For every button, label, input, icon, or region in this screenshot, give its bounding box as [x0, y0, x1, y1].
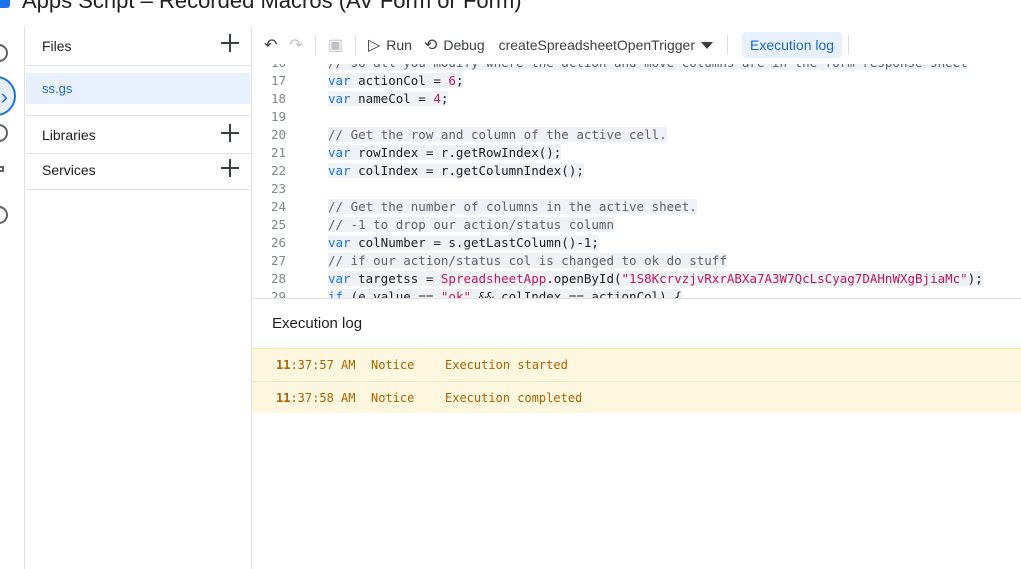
line-number: 17 — [270, 72, 286, 88]
code-line[interactable]: 25 // -1 to drop our action/status column — [252, 215, 1021, 233]
execution-log-button[interactable]: Execution log — [742, 32, 843, 58]
services-row: Services — [26, 151, 250, 190]
editor-toolbar: ↶ ↷ ▣ ▷ Run ⟲ Debug createSpreadsheetOpe… — [252, 26, 1021, 64]
project-title[interactable]: Apps Script – Recorded Macros (AV Form o… — [22, 0, 522, 14]
save-icon[interactable]: ▣ — [322, 32, 349, 58]
code-line[interactable]: 17 var actionCol = 6; — [252, 71, 1021, 89]
code-line[interactable]: 24 // Get the number of columns in the ac… — [252, 197, 1021, 215]
title-bar: Apps Script – Recorded Macros (AV Form o… — [0, 0, 1021, 26]
code-line[interactable]: 22 var colIndex = r.getColumnIndex(); — [252, 161, 1021, 179]
code-text: var targetss = SpreadsheetApp.openById("… — [328, 270, 983, 286]
function-select[interactable]: createSpreadsheetOpenTrigger — [491, 37, 721, 53]
log-message: Execution started — [445, 357, 568, 372]
settings-icon[interactable] — [0, 206, 8, 224]
code-text: // so all you modify where the action an… — [328, 64, 968, 70]
toolbar-divider — [314, 35, 316, 55]
code-text: // if our action/status col is changed t… — [328, 252, 727, 268]
chevron-down-icon — [701, 41, 713, 49]
log-time-hour: 11 — [276, 357, 291, 372]
add-service-icon[interactable] — [220, 158, 240, 178]
toolbar-divider — [727, 35, 728, 55]
code-text: var colIndex = r.getColumnIndex(); — [328, 162, 584, 178]
files-panel: Files ss.gs Libraries Services — [26, 26, 252, 569]
code-text: // Get the row and column of the active … — [328, 126, 667, 142]
line-number: 16 — [252, 64, 286, 70]
code-line[interactable]: 18 var nameCol = 4; — [252, 89, 1021, 107]
run-label: Run — [386, 37, 412, 53]
code-line[interactable]: 23 — [252, 179, 1021, 197]
line-number: 27 — [270, 252, 286, 268]
code-text: if (e.value == "ok" && colIndex == actio… — [328, 288, 682, 298]
code-line[interactable]: 21 var rowIndex = r.getRowIndex(); — [252, 143, 1021, 161]
log-time-hour: 11 — [276, 390, 291, 405]
libraries-row: Libraries — [26, 115, 250, 154]
line-number: 26 — [270, 234, 286, 250]
code-line[interactable]: 19 — [252, 107, 1021, 125]
file-item-ss-gs[interactable]: ss.gs — [26, 73, 250, 104]
line-number: 25 — [270, 216, 286, 232]
execution-log-panel: Execution log 11:37:57 AM Notice Executi… — [252, 298, 1021, 569]
line-number: 29 — [270, 288, 286, 299]
execution-log-title: Execution log — [272, 315, 363, 332]
debug-button[interactable]: ⟲ Debug — [418, 32, 491, 58]
debug-icon: ⟲ — [423, 37, 438, 54]
overview-icon[interactable] — [0, 44, 8, 62]
line-number: 23 — [270, 180, 286, 196]
run-button[interactable]: ▷ Run — [362, 32, 418, 58]
apps-script-logo-icon — [0, 0, 10, 8]
code-text: // Get the number of columns in the acti… — [328, 198, 697, 214]
function-name: createSpreadsheetOpenTrigger — [498, 37, 695, 53]
log-level: Notice — [371, 357, 415, 372]
redo-icon[interactable]: ↷ — [283, 32, 308, 58]
line-number: 20 — [270, 126, 286, 142]
divider — [26, 65, 250, 66]
log-entry: 11:37:58 AM Notice Execution completed — [252, 381, 1021, 413]
editor-icon[interactable] — [0, 76, 16, 116]
code-line[interactable]: 28 var targetss = SpreadsheetApp.openById… — [252, 269, 1021, 287]
code-text: // -1 to drop our action/status column — [328, 216, 614, 232]
files-label: Files — [42, 37, 72, 54]
triggers-icon[interactable] — [0, 124, 8, 142]
line-number: 21 — [270, 144, 286, 160]
code-text: var colNumber = s.getLastColumn()-1; — [328, 234, 599, 250]
run-icon: ▷ — [367, 37, 381, 54]
toolbar-divider — [848, 35, 850, 55]
log-time-rest: :37:57 AM — [290, 357, 356, 372]
code-text: var nameCol = 4; — [328, 90, 449, 106]
left-rail — [0, 26, 25, 569]
libraries-label: Libraries — [42, 126, 96, 143]
code-editor[interactable]: 16 // so all you modify where the action … — [252, 64, 1021, 298]
code-line[interactable]: 16 // so all you modify where the action … — [252, 64, 1021, 71]
add-library-icon[interactable] — [220, 123, 240, 143]
line-number: 22 — [270, 162, 286, 178]
log-level: Notice — [371, 390, 415, 405]
line-number: 19 — [270, 108, 286, 124]
files-header: Files — [26, 26, 250, 65]
code-line[interactable]: 26 var colNumber = s.getLastColumn()-1; — [252, 233, 1021, 251]
services-label: Services — [42, 162, 96, 178]
toolbar-divider — [354, 35, 356, 55]
code-line[interactable]: 29 if (e.value == "ok" && colIndex == act… — [252, 287, 1021, 298]
code-line[interactable]: 27 // if our action/status col is changed… — [252, 251, 1021, 269]
code-text: var rowIndex = r.getRowIndex(); — [328, 144, 562, 160]
line-number: 18 — [270, 90, 286, 106]
add-file-icon[interactable] — [220, 33, 240, 53]
log-entry: 11:37:57 AM Notice Execution started — [252, 348, 1021, 380]
undo-icon[interactable]: ↶ — [252, 32, 283, 58]
log-message: Execution completed — [445, 390, 583, 405]
line-number: 28 — [270, 270, 286, 286]
line-number: 24 — [270, 198, 286, 214]
code-text: var actionCol = 6; — [328, 72, 464, 88]
debug-label: Debug — [443, 37, 485, 53]
log-time-rest: :37:58 AM — [290, 390, 356, 405]
executions-icon[interactable] — [0, 166, 4, 172]
file-name: ss.gs — [42, 81, 73, 96]
code-line[interactable]: 20 // Get the row and column of the activ… — [252, 125, 1021, 143]
